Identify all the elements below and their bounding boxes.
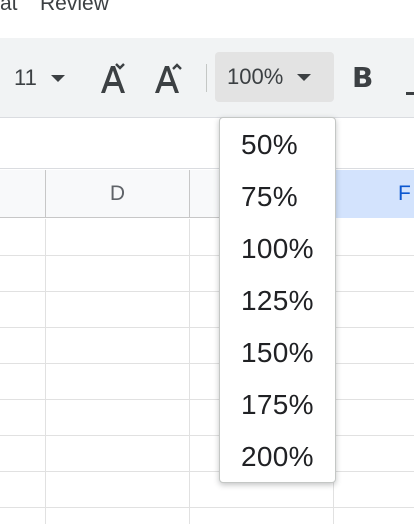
zoom-option-75[interactable]: 75% [220,171,335,223]
column-header-d[interactable]: D [46,170,190,218]
font-size-value: 11 [14,65,37,90]
zoom-select[interactable]: 100% [215,52,334,102]
zoom-option-200[interactable]: 200% [220,431,335,483]
cell-grid[interactable] [0,219,414,524]
increase-font-size-icon[interactable] [96,60,136,96]
menu-format[interactable]: at [0,0,18,16]
italic-icon[interactable] [406,92,414,95]
zoom-option-150[interactable]: 150% [220,327,335,379]
zoom-value: 100% [227,64,284,89]
caret-down-icon [297,73,312,81]
column-header-f[interactable]: F [334,170,414,218]
grid-line [0,327,414,328]
grid-line [0,399,414,400]
zoom-option-100[interactable]: 100% [220,223,335,275]
menu-bar: at Review [0,0,414,30]
decrease-font-size-icon[interactable] [150,60,190,96]
caret-down-icon [50,74,65,82]
bold-button[interactable]: B [352,62,373,94]
column-header-f-label: F [398,182,411,205]
grid-line [0,291,414,292]
menu-review[interactable]: Review [40,0,109,16]
grid-line [0,471,414,472]
toolbar-divider [206,64,207,92]
grid-line [0,435,414,436]
zoom-option-125[interactable]: 125% [220,275,335,327]
toolbar: 11 100% B [0,38,414,118]
grid-line [0,255,414,256]
zoom-option-50[interactable]: 50% [220,119,335,171]
grid-line [0,363,414,364]
zoom-option-175[interactable]: 175% [220,379,335,431]
grid-line [0,507,414,508]
zoom-dropdown-menu: 50% 75% 100% 125% 150% 175% 200% [219,117,336,483]
column-header-c[interactable] [0,170,46,218]
column-headers: D F [0,170,414,218]
font-size-select[interactable]: 11 [14,64,65,92]
formula-bar [0,119,414,169]
grid-line [189,219,190,524]
grid-line [45,219,46,524]
